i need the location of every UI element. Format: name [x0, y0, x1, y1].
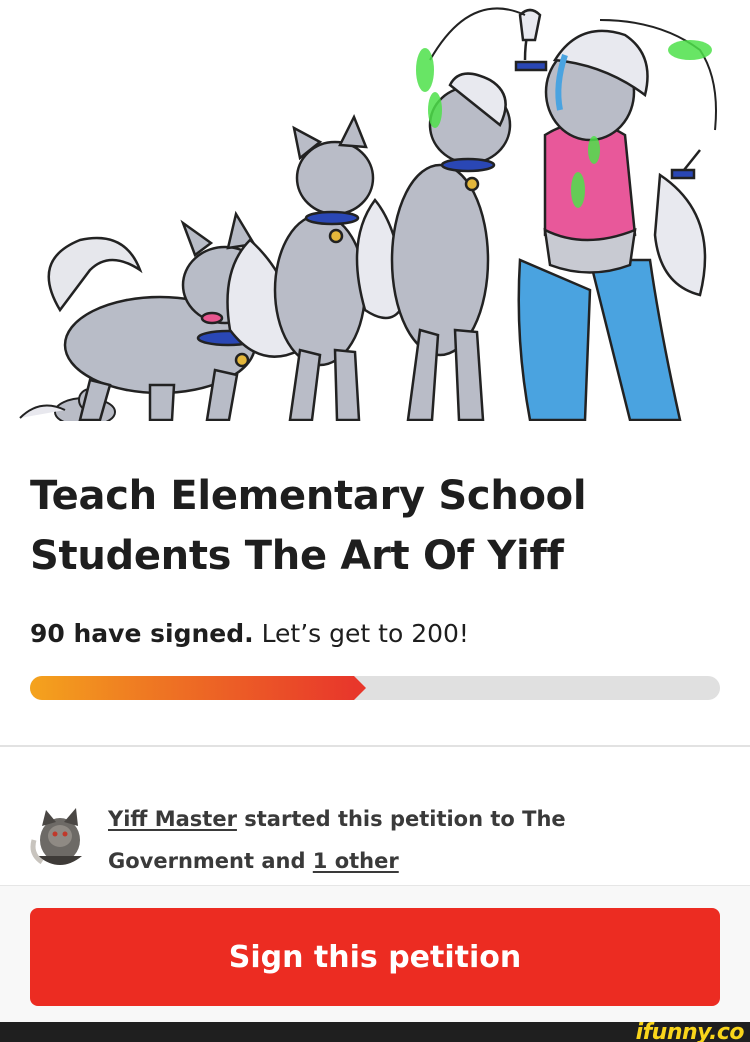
sign-bar: Sign this petition	[0, 885, 750, 1022]
other-recipients-link[interactable]: 1 other	[313, 849, 399, 873]
avatar[interactable]	[30, 806, 90, 868]
signature-count-text: 90 have signed. Let’s get to 200!	[30, 614, 469, 654]
watermark-strip: ifunny.co	[0, 1020, 750, 1042]
petition-starter-text: Yiff Master started this petition to The…	[108, 798, 708, 882]
signature-goal: Let’s get to 200!	[261, 619, 469, 648]
petition-hero-image	[0, 0, 750, 421]
signature-progress-bar	[30, 676, 720, 700]
watermark-logo: ifunny.co	[635, 1020, 745, 1042]
starter-name-link[interactable]: Yiff Master	[108, 807, 237, 831]
petition-starter: Yiff Master started this petition to The…	[30, 798, 720, 878]
starter-text-mid: started this petition to	[244, 807, 515, 831]
signature-progress-fill	[30, 676, 367, 700]
petition-title: Teach Elementary School Students The Art…	[30, 473, 587, 579]
signature-count: 90 have signed.	[30, 619, 254, 648]
starter-text-and: and	[261, 849, 306, 873]
sign-petition-button[interactable]: Sign this petition	[30, 908, 720, 1006]
divider	[0, 745, 750, 747]
